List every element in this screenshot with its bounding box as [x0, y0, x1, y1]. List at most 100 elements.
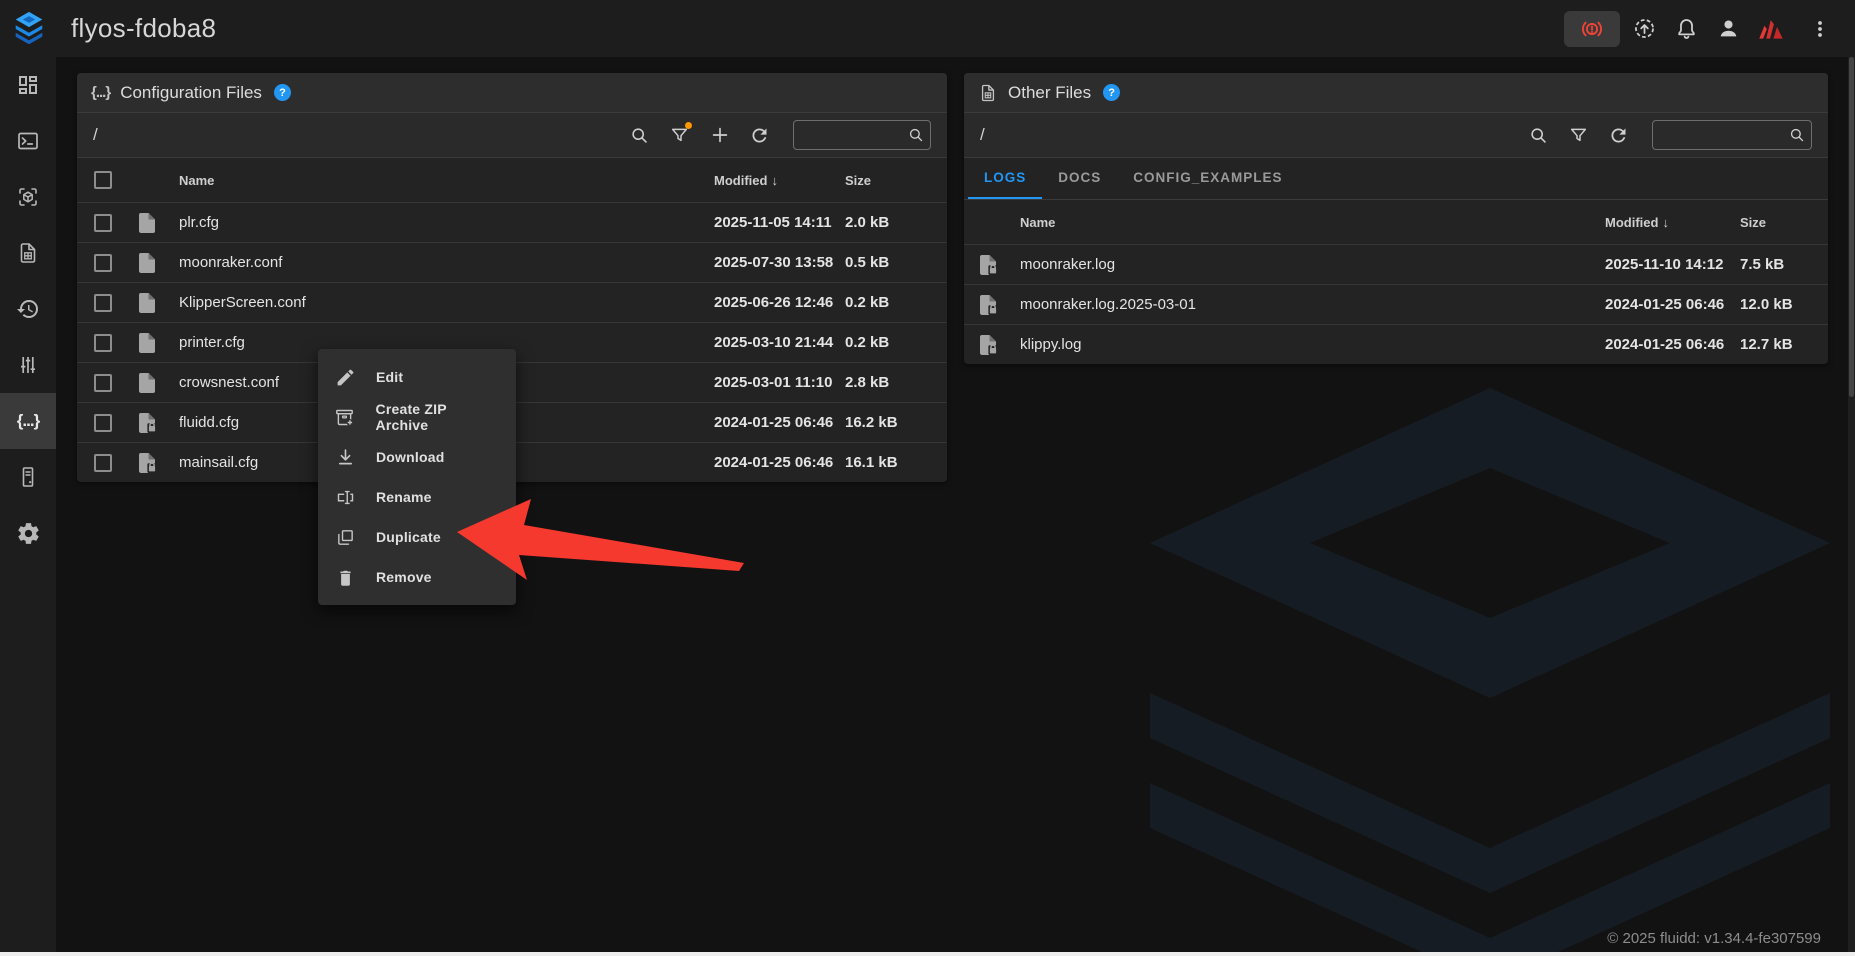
server-tower-icon: [16, 465, 40, 489]
table-row[interactable]: moonraker.conf 2025-07-30 13:58 0.5 kB: [77, 242, 947, 282]
search-icon: [1528, 125, 1549, 146]
file-size: 7.5 kB: [1740, 256, 1812, 273]
filter-button[interactable]: [663, 119, 696, 152]
file-modified: 2025-06-26 12:46: [714, 294, 845, 311]
table-row[interactable]: KlipperScreen.conf 2025-06-26 12:46 0.2 …: [77, 282, 947, 322]
search-toggle-button[interactable]: [623, 119, 656, 152]
menu-item-edit[interactable]: Edit: [318, 357, 516, 397]
file-icon: [135, 291, 159, 315]
filter-icon: [1568, 125, 1589, 146]
sidebar-item-gcode-preview[interactable]: [0, 169, 56, 225]
column-header-size[interactable]: Size: [1740, 215, 1812, 230]
sidebar-item-system[interactable]: [0, 449, 56, 505]
app-bar: flyos-fdoba8: [0, 0, 1855, 57]
file-name: moonraker.conf: [179, 254, 714, 271]
history-icon: [16, 297, 40, 321]
sidebar-item-console[interactable]: [0, 113, 56, 169]
sidebar-item-tune[interactable]: [0, 337, 56, 393]
help-icon[interactable]: ?: [1103, 84, 1120, 101]
person-icon: [1716, 16, 1741, 41]
emergency-stop-button[interactable]: [1564, 11, 1620, 47]
menu-item-download[interactable]: Download: [318, 437, 516, 477]
refresh-button[interactable]: [743, 119, 776, 152]
rename-icon: [334, 487, 356, 508]
column-header-name[interactable]: Name: [179, 173, 714, 188]
search-icon: [1788, 126, 1806, 144]
scrollbar-thumb[interactable]: [1849, 57, 1854, 397]
emergency-stop-icon: [1579, 16, 1605, 42]
file-context-menu: Edit Create ZIP Archive Download Rename …: [318, 349, 516, 605]
tune-icon: [16, 353, 40, 377]
sidebar-item-dashboard[interactable]: [0, 57, 56, 113]
menu-item-create-zip-archive[interactable]: Create ZIP Archive: [318, 397, 516, 437]
menu-item-remove[interactable]: Remove: [318, 557, 516, 597]
other-files-tabs: LOGS DOCS CONFIG_EXAMPLES: [964, 158, 1828, 200]
file-name: plr.cfg: [179, 214, 714, 231]
notifications-button[interactable]: [1668, 11, 1704, 47]
vertical-scrollbar[interactable]: [1848, 57, 1855, 956]
column-header-modified[interactable]: Modified↓: [1605, 215, 1740, 230]
row-checkbox[interactable]: [94, 414, 112, 432]
table-row[interactable]: klippy.log 2024-01-25 06:46 12.7 kB: [964, 324, 1828, 364]
add-file-button[interactable]: [703, 119, 736, 152]
sidebar-item-settings[interactable]: [0, 505, 56, 561]
menu-item-duplicate[interactable]: Duplicate: [318, 517, 516, 557]
refresh-button[interactable]: [1602, 119, 1635, 152]
updates-button[interactable]: [1626, 11, 1662, 47]
file-size: 2.8 kB: [845, 374, 931, 391]
sidebar-item-configuration[interactable]: {...}: [0, 393, 56, 449]
brand-logo-button[interactable]: [1752, 11, 1788, 47]
file-name: moonraker.log.2025-03-01: [1020, 296, 1605, 313]
kebab-icon: [1808, 17, 1832, 41]
breadcrumb-path[interactable]: /: [93, 125, 98, 145]
search-icon: [907, 126, 925, 144]
column-header-modified[interactable]: Modified↓: [714, 173, 845, 188]
tab-logs[interactable]: LOGS: [968, 158, 1042, 199]
file-modified: 2024-01-25 06:46: [714, 414, 845, 431]
cube-scan-icon: [16, 185, 40, 209]
printer-name-title[interactable]: flyos-fdoba8: [71, 13, 216, 44]
row-checkbox[interactable]: [94, 334, 112, 352]
file-locked-icon: [976, 293, 1000, 317]
select-all-checkbox[interactable]: [94, 171, 112, 189]
help-icon[interactable]: ?: [274, 84, 291, 101]
tab-docs[interactable]: DOCS: [1042, 158, 1117, 199]
column-header-name[interactable]: Name: [1020, 215, 1605, 230]
table-row[interactable]: plr.cfg 2025-11-05 14:11 2.0 kB: [77, 202, 947, 242]
table-row[interactable]: moonraker.log.2025-03-01 2024-01-25 06:4…: [964, 284, 1828, 324]
tab-config-examples[interactable]: CONFIG_EXAMPLES: [1117, 158, 1298, 199]
row-checkbox[interactable]: [94, 294, 112, 312]
row-checkbox[interactable]: [94, 454, 112, 472]
row-checkbox[interactable]: [94, 254, 112, 272]
plus-icon: [709, 124, 731, 146]
table-row[interactable]: moonraker.log 2025-11-10 14:12 7.5 kB: [964, 244, 1828, 284]
console-icon: [16, 129, 40, 153]
file-size: 2.0 kB: [845, 214, 931, 231]
fluidd-logo[interactable]: [0, 0, 57, 57]
row-checkbox[interactable]: [94, 214, 112, 232]
sort-desc-icon: ↓: [771, 173, 778, 188]
filter-button[interactable]: [1562, 119, 1595, 152]
file-locked-icon: [135, 411, 159, 435]
bell-icon: [1674, 16, 1699, 41]
file-size: 0.5 kB: [845, 254, 931, 271]
column-header-size[interactable]: Size: [845, 173, 931, 188]
file-modified: 2024-01-25 06:46: [714, 454, 845, 471]
file-name: KlipperScreen.conf: [179, 294, 714, 311]
row-checkbox[interactable]: [94, 374, 112, 392]
other-files-toolbar: /: [964, 113, 1828, 158]
file-size: 12.0 kB: [1740, 296, 1812, 313]
breadcrumb-path[interactable]: /: [980, 125, 985, 145]
panel-title: Other Files: [1008, 83, 1091, 103]
document-icon: [978, 83, 998, 103]
search-toggle-button[interactable]: [1522, 119, 1555, 152]
file-icon: [135, 211, 159, 235]
code-braces-icon: {...}: [17, 411, 39, 431]
sidebar-item-history[interactable]: [0, 281, 56, 337]
overflow-menu-button[interactable]: [1802, 11, 1838, 47]
config-table-header: Name Modified↓ Size: [77, 158, 947, 202]
nav-sidebar: {...}: [0, 57, 56, 956]
menu-item-rename[interactable]: Rename: [318, 477, 516, 517]
user-button[interactable]: [1710, 11, 1746, 47]
sidebar-item-jobs[interactable]: [0, 225, 56, 281]
